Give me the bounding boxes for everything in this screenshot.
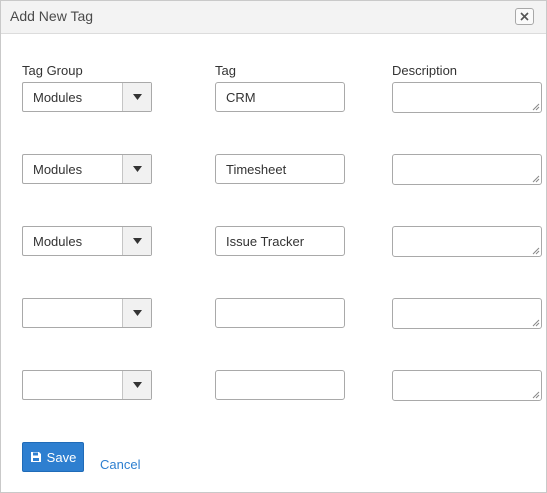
tag-input-5[interactable] — [215, 370, 345, 400]
description-textarea-1[interactable] — [392, 82, 542, 113]
dropdown-arrow-icon[interactable] — [122, 299, 151, 327]
dialog-title: Add New Tag — [10, 8, 94, 24]
tag-group-value-3: Modules — [33, 234, 83, 249]
tag-group-column-label: Tag Group — [22, 63, 83, 78]
description-textarea-3[interactable] — [392, 226, 542, 257]
dropdown-arrow-icon[interactable] — [122, 227, 151, 255]
description-textarea-2[interactable] — [392, 154, 542, 185]
close-icon — [520, 12, 529, 21]
resize-grip-icon[interactable] — [532, 247, 540, 255]
tag-input-2[interactable] — [215, 154, 345, 184]
tag-column-label: Tag — [215, 63, 236, 78]
resize-grip-icon[interactable] — [532, 175, 540, 183]
description-textarea-4[interactable] — [392, 298, 542, 329]
dropdown-arrow-icon[interactable] — [122, 155, 151, 183]
save-button-label: Save — [46, 449, 77, 465]
dialog-titlebar: Add New Tag — [1, 1, 546, 34]
tag-group-select-1[interactable]: Modules — [22, 82, 152, 112]
resize-grip-icon[interactable] — [532, 319, 540, 327]
tag-group-select-4[interactable] — [22, 298, 152, 328]
dropdown-arrow-icon[interactable] — [122, 371, 151, 399]
tag-group-select-2[interactable]: Modules — [22, 154, 152, 184]
save-button[interactable]: Save — [22, 442, 84, 472]
dropdown-arrow-icon[interactable] — [122, 83, 151, 111]
tag-group-select-3[interactable]: Modules — [22, 226, 152, 256]
description-textarea-5[interactable] — [392, 370, 542, 401]
resize-grip-icon[interactable] — [532, 103, 540, 111]
add-tag-dialog: Add New Tag Tag Group Tag Description Mo… — [0, 0, 547, 493]
tag-group-value-2: Modules — [33, 162, 83, 177]
close-button[interactable] — [515, 8, 534, 25]
description-column-label: Description — [392, 63, 458, 78]
tag-input-4[interactable] — [215, 298, 345, 328]
tag-group-select-5[interactable] — [22, 370, 152, 400]
tag-input-3[interactable] — [215, 226, 345, 256]
cancel-link[interactable]: Cancel — [100, 457, 140, 472]
resize-grip-icon[interactable] — [532, 391, 540, 399]
tag-group-value-1: Modules — [33, 90, 83, 105]
tag-input-1[interactable] — [215, 82, 345, 112]
floppy-disk-icon — [30, 452, 41, 462]
